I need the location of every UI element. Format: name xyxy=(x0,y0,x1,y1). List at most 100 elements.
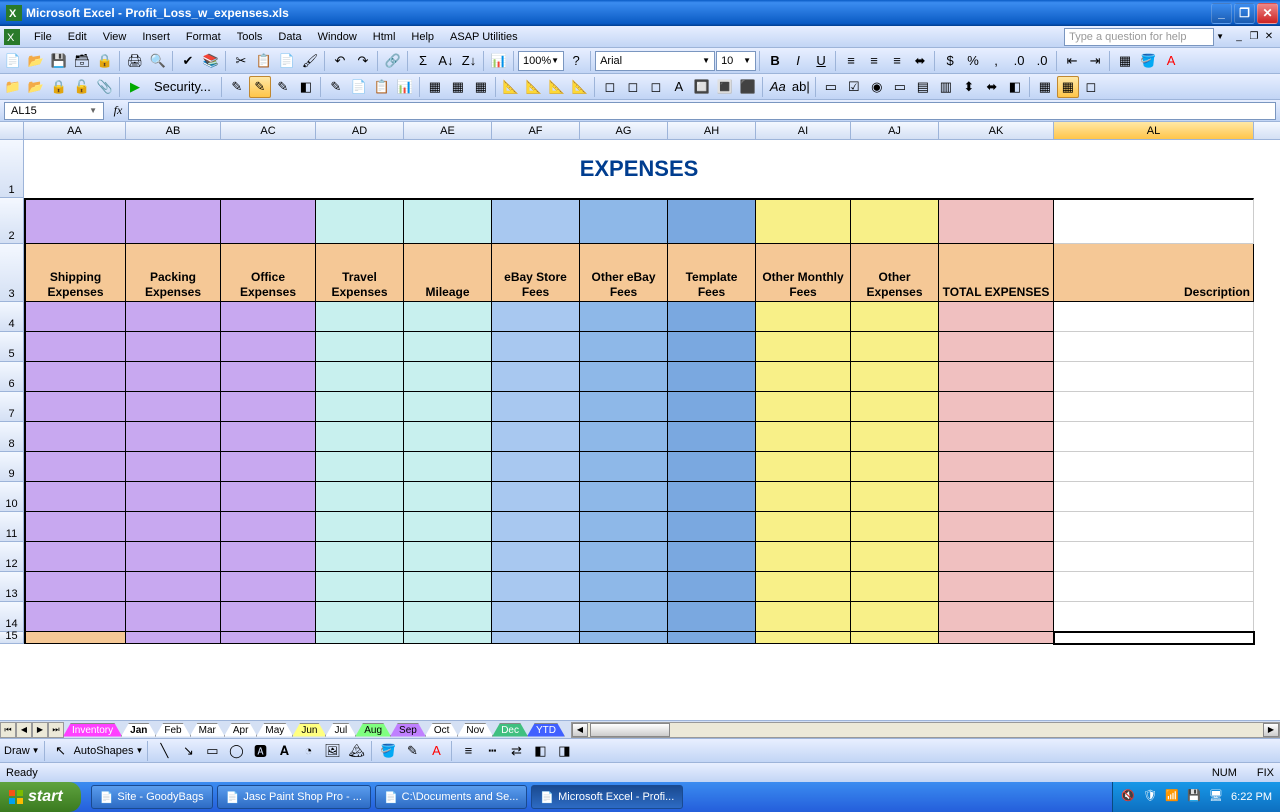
cell-AE6[interactable] xyxy=(404,362,492,392)
cell-AB14[interactable] xyxy=(126,602,221,632)
cell-AD12[interactable] xyxy=(316,542,404,572)
tb2-w2[interactable]: ☑ xyxy=(843,76,865,98)
cell-AB6[interactable] xyxy=(126,362,221,392)
tb2-t[interactable]: 🔲 xyxy=(691,76,713,98)
row-header-10[interactable]: 10 xyxy=(0,482,24,512)
preview-icon[interactable]: 🔍 xyxy=(147,50,169,72)
menu-file[interactable]: File xyxy=(26,29,60,45)
cell-AC5[interactable] xyxy=(221,332,316,362)
italic-icon[interactable]: I xyxy=(787,50,809,72)
cell-AD5[interactable] xyxy=(316,332,404,362)
menu-tools[interactable]: Tools xyxy=(229,29,271,45)
header-cell-4[interactable]: Mileage xyxy=(404,244,492,302)
cell-AH9[interactable] xyxy=(668,452,756,482)
cell-AK5[interactable] xyxy=(939,332,1054,362)
align-right-icon[interactable]: ≡ xyxy=(886,50,908,72)
font-color-icon[interactable]: A xyxy=(1160,50,1182,72)
cell-AH11[interactable] xyxy=(668,512,756,542)
saveall-icon[interactable]: 🗃 xyxy=(71,50,93,72)
row-header-3[interactable]: 3 xyxy=(0,244,24,302)
tab-nav-3[interactable]: ⏭ xyxy=(48,722,64,738)
tb2-x1[interactable]: ▦ xyxy=(1034,76,1056,98)
tb2-m[interactable]: 📐 xyxy=(523,76,545,98)
permission-icon[interactable]: 🔒 xyxy=(94,50,116,72)
close-button[interactable]: ✕ xyxy=(1257,3,1278,24)
textbox-icon[interactable]: 🅰 xyxy=(249,740,271,762)
cell-AB5[interactable] xyxy=(126,332,221,362)
cell-AL9[interactable] xyxy=(1054,452,1254,482)
dec-decimal-icon[interactable]: .0 xyxy=(1031,50,1053,72)
cell-AJ14[interactable] xyxy=(851,602,939,632)
tb2-w8[interactable]: ⬌ xyxy=(981,76,1003,98)
tray-icon-5[interactable]: 🖥 xyxy=(1209,789,1225,805)
chart-icon[interactable]: 📊 xyxy=(488,50,510,72)
comma-icon[interactable]: , xyxy=(985,50,1007,72)
cell-AG9[interactable] xyxy=(580,452,668,482)
cell-r2-AB[interactable] xyxy=(126,198,221,244)
cell-AA15[interactable] xyxy=(24,632,126,644)
cell-AD6[interactable] xyxy=(316,362,404,392)
cell-AK8[interactable] xyxy=(939,422,1054,452)
col-header-AK[interactable]: AK xyxy=(939,122,1054,139)
cell-AD9[interactable] xyxy=(316,452,404,482)
col-header-AH[interactable]: AH xyxy=(668,122,756,139)
cell-AH7[interactable] xyxy=(668,392,756,422)
cell-AE12[interactable] xyxy=(404,542,492,572)
align-left-icon[interactable]: ≡ xyxy=(840,50,862,72)
scroll-left-icon[interactable]: ◀ xyxy=(572,723,588,737)
cell-AH4[interactable] xyxy=(668,302,756,332)
tb2-j[interactable]: ▦ xyxy=(447,76,469,98)
row-header-14[interactable]: 14 xyxy=(0,602,24,632)
cell-AI9[interactable] xyxy=(756,452,851,482)
3d-icon[interactable]: ◨ xyxy=(553,740,575,762)
cell-r2-AH[interactable] xyxy=(668,198,756,244)
security-button[interactable]: Security... xyxy=(147,76,218,98)
cell-AB9[interactable] xyxy=(126,452,221,482)
cell-AB8[interactable] xyxy=(126,422,221,452)
tb2-i[interactable]: ▦ xyxy=(424,76,446,98)
fill-color-icon[interactable]: 🪣 xyxy=(1137,50,1159,72)
cell-AH8[interactable] xyxy=(668,422,756,452)
row-header-15[interactable]: 15 xyxy=(0,632,24,644)
cut-icon[interactable]: ✂ xyxy=(230,50,252,72)
currency-icon[interactable]: $ xyxy=(939,50,961,72)
clipart-icon[interactable]: 🖼 xyxy=(321,740,343,762)
row-header-7[interactable]: 7 xyxy=(0,392,24,422)
header-cell-2[interactable]: Office Expenses xyxy=(221,244,316,302)
tb2-w7[interactable]: ⬍ xyxy=(958,76,980,98)
cell-AI12[interactable] xyxy=(756,542,851,572)
row-header-5[interactable]: 5 xyxy=(0,332,24,362)
tb2-x3[interactable]: ◻ xyxy=(1080,76,1102,98)
fontcolor2-icon[interactable]: A xyxy=(425,740,447,762)
tb2-d[interactable]: ◧ xyxy=(295,76,317,98)
play-icon[interactable]: ▶ xyxy=(124,76,146,98)
cell-AF11[interactable] xyxy=(492,512,580,542)
header-cell-7[interactable]: Template Fees xyxy=(668,244,756,302)
scroll-right-icon[interactable]: ▶ xyxy=(1263,723,1279,737)
cell-AA12[interactable] xyxy=(24,542,126,572)
mdi-minimize[interactable]: _ xyxy=(1232,30,1246,44)
cell-AI8[interactable] xyxy=(756,422,851,452)
row-header-9[interactable]: 9 xyxy=(0,452,24,482)
inc-indent-icon[interactable]: ⇥ xyxy=(1084,50,1106,72)
cell-r2-AC[interactable] xyxy=(221,198,316,244)
menu-window[interactable]: Window xyxy=(310,29,365,45)
sheet-tab-Jul[interactable]: Jul xyxy=(325,723,356,737)
cell-AL13[interactable] xyxy=(1054,572,1254,602)
cell-AK12[interactable] xyxy=(939,542,1054,572)
row-header-12[interactable]: 12 xyxy=(0,542,24,572)
horizontal-scrollbar[interactable]: ◀ ▶ xyxy=(571,722,1280,738)
tb2-4[interactable]: 🔓 xyxy=(71,76,93,98)
cell-r2-AL[interactable] xyxy=(1054,198,1254,244)
fontsize-dropdown[interactable]: 10▼ xyxy=(716,51,756,71)
cell-AJ12[interactable] xyxy=(851,542,939,572)
cell-AE13[interactable] xyxy=(404,572,492,602)
sheet-tab-Inventory[interactable]: Inventory xyxy=(63,723,122,737)
row-header-6[interactable]: 6 xyxy=(0,362,24,392)
start-button[interactable]: start xyxy=(0,782,81,812)
col-header-AI[interactable]: AI xyxy=(756,122,851,139)
cell-AJ6[interactable] xyxy=(851,362,939,392)
tb2-1[interactable]: 📁 xyxy=(2,76,24,98)
menu-help[interactable]: Help xyxy=(403,29,442,45)
clock[interactable]: 6:22 PM xyxy=(1231,791,1272,803)
